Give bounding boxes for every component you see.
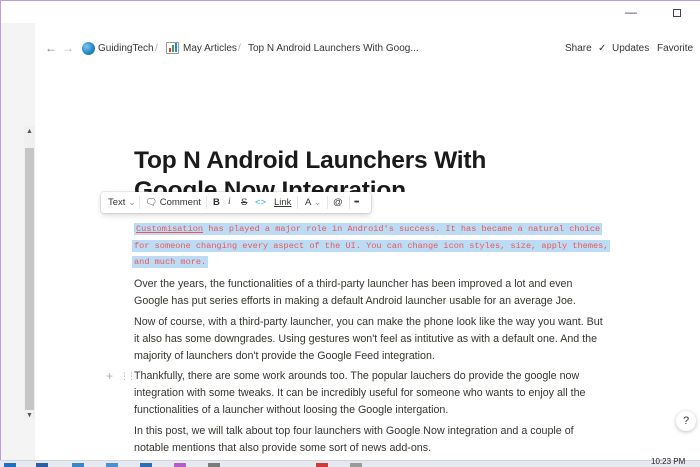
italic-button[interactable]: i <box>228 192 231 213</box>
taskbar-app-icon[interactable] <box>316 463 328 467</box>
paragraph-line: integration with some tweaks. It can be … <box>134 387 586 399</box>
paragraph-line: it also has some downgrades. Using gestu… <box>134 333 598 345</box>
toolbar-divider <box>139 196 140 209</box>
paragraph-block[interactable]: Over the years, the functionalities of a… <box>134 276 620 310</box>
add-block-icon[interactable]: + <box>106 369 113 383</box>
paragraph-block[interactable]: Thankfully, there are some work arounds … <box>134 368 620 419</box>
mention-button[interactable]: @ <box>333 192 343 213</box>
share-button[interactable]: Share <box>565 43 592 54</box>
page-title-line: Google Now Integration <box>134 177 406 192</box>
strikethrough-button[interactable]: S <box>241 192 247 213</box>
more-options-icon[interactable]: ••• <box>354 192 359 213</box>
favorite-button[interactable]: Favorite <box>657 43 693 54</box>
text-color-icon: A <box>305 197 311 208</box>
paragraph-block[interactable]: In this post, we will talk about top fou… <box>134 423 620 457</box>
taskbar-app-icon[interactable] <box>36 463 48 467</box>
breadcrumb-parent[interactable]: May Articles <box>183 43 237 54</box>
turn-into-dropdown[interactable]: Text ⌄ <box>108 192 136 213</box>
minimize-button[interactable]: — <box>619 3 643 21</box>
taskbar-app-icon[interactable] <box>140 463 152 467</box>
paragraph-line: majority of launchers don't provide the … <box>134 350 435 362</box>
drag-handle-icon[interactable]: ⋮⋮ <box>120 371 136 382</box>
paragraph-line: Now of course, with a third-party launch… <box>134 316 603 328</box>
scroll-up-icon[interactable]: ▲ <box>24 126 35 138</box>
paragraph-line: functionalities of a launcher without lo… <box>134 404 449 416</box>
paragraph-line: Over the years, the functionalities of a… <box>134 278 573 290</box>
paragraph-line: In this post, we will talk about top fou… <box>134 425 574 437</box>
toolbar-divider <box>349 196 350 209</box>
code-line-text: and much more. <box>132 256 209 268</box>
selected-code-text-block[interactable]: Customisation has played a major role in… <box>132 221 614 271</box>
comment-label: Comment <box>159 197 201 208</box>
chevron-down-icon: ⌄ <box>313 197 322 208</box>
os-taskbar <box>0 460 700 467</box>
taskbar-app-icon[interactable] <box>174 463 186 467</box>
taskbar-app-icon[interactable] <box>106 463 118 467</box>
inline-format-toolbar: Text ⌄ 🗨 Comment B i S <> Link A ⌄ @ ••• <box>101 192 371 213</box>
start-icon[interactable] <box>4 463 16 467</box>
bar-chart-icon <box>166 42 179 54</box>
text-color-button[interactable]: A ⌄ <box>305 192 321 213</box>
underlined-word: Customisation <box>136 224 204 234</box>
comment-button[interactable]: 🗨 Comment <box>145 192 201 213</box>
window-titlebar: — <box>1 1 700 23</box>
maximize-button[interactable] <box>665 3 689 21</box>
taskbar-app-icon[interactable] <box>350 463 362 467</box>
arrow-right-icon[interactable]: → <box>62 41 74 55</box>
taskbar-clock[interactable]: 10:23 PM <box>651 457 685 466</box>
breadcrumb-separator: / <box>238 43 241 54</box>
globe-icon <box>82 42 95 55</box>
breadcrumb-separator: / <box>155 43 158 54</box>
bold-button[interactable]: B <box>213 192 220 213</box>
top-nav-bar: ← → GuidingTech / May Articles / Top N A… <box>35 36 700 62</box>
breadcrumb-workspace[interactable]: GuidingTech <box>98 43 154 54</box>
maximize-icon <box>673 8 681 17</box>
scroll-down-icon[interactable]: ▼ <box>24 410 35 422</box>
link-button[interactable]: Link <box>274 192 291 213</box>
scrollbar-thumb[interactable] <box>25 148 34 410</box>
help-button[interactable]: ? <box>676 411 696 431</box>
updates-button[interactable]: Updates <box>612 43 649 54</box>
paragraph-line: notable mentions that also provide some … <box>134 442 432 454</box>
page-title[interactable]: Top N Android Launchers With Google Now … <box>134 146 604 192</box>
toolbar-divider <box>297 196 298 209</box>
code-line-text: has played a major role in Android's suc… <box>203 224 601 234</box>
breadcrumb-current[interactable]: Top N Android Launchers With Goog... <box>248 43 419 54</box>
code-line: and much more. <box>132 254 614 271</box>
paragraph-line: Thankfully, there are some work arounds … <box>134 370 580 382</box>
comment-icon: 🗨 <box>145 197 158 208</box>
paragraph-block[interactable]: Now of course, with a third-party launch… <box>134 314 620 365</box>
inline-code-button[interactable]: <> <box>255 192 266 213</box>
taskbar-app-icon[interactable] <box>72 463 84 467</box>
chevron-down-icon: ⌄ <box>128 197 137 208</box>
toolbar-divider <box>327 196 328 209</box>
code-line-text: for someone changing every aspect of the… <box>132 239 611 252</box>
code-line: Customisation has played a major role in… <box>134 221 614 238</box>
paragraph-line: Google has put series efforts in making … <box>134 295 576 307</box>
page-title-line: Top N Android Launchers With <box>134 147 487 174</box>
turn-into-label: Text <box>108 197 126 208</box>
arrow-left-icon[interactable]: ← <box>45 41 57 55</box>
code-line: for someone changing every aspect of the… <box>132 238 614 255</box>
check-icon: ✓ <box>598 43 607 54</box>
toolbar-divider <box>206 196 207 209</box>
taskbar-app-icon[interactable] <box>208 463 220 467</box>
